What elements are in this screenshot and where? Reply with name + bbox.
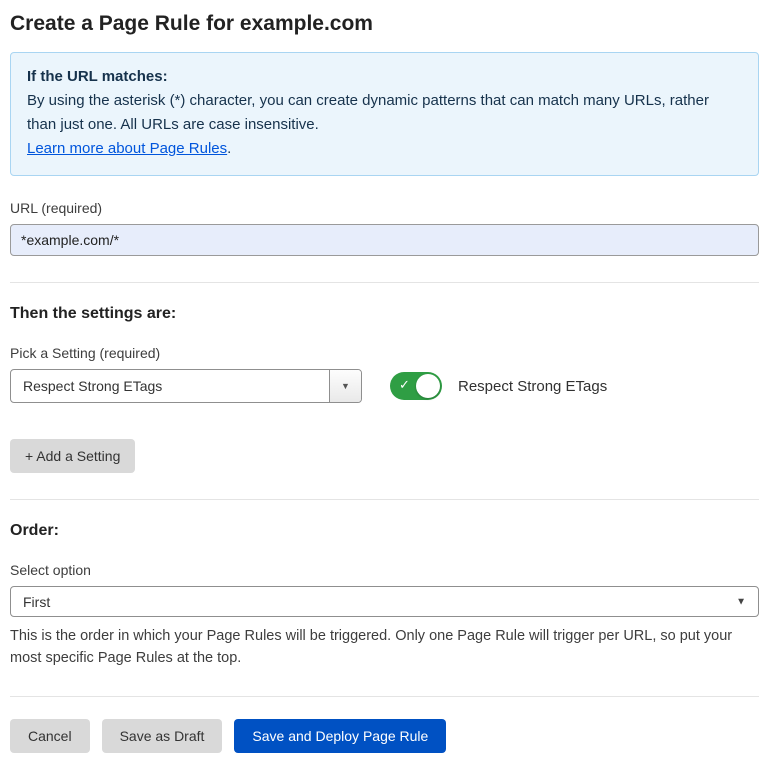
- setting-toggle-label: Respect Strong ETags: [458, 378, 607, 395]
- url-input[interactable]: [10, 224, 759, 256]
- link-suffix: .: [227, 140, 231, 157]
- setting-select[interactable]: Respect Strong ETags ▼: [10, 369, 362, 403]
- setting-row: Respect Strong ETags ▼ ✓ Respect Strong …: [10, 369, 759, 403]
- order-section-heading: Order:: [10, 522, 759, 540]
- order-select[interactable]: First ▼: [10, 586, 759, 617]
- page-rule-form: Create a Page Rule for example.com If th…: [0, 0, 769, 769]
- info-box-heading: If the URL matches:: [27, 68, 168, 85]
- setting-select-arrow-button[interactable]: ▼: [329, 370, 361, 402]
- cancel-button[interactable]: Cancel: [10, 719, 90, 753]
- chevron-down-icon: ▼: [736, 596, 746, 607]
- setting-select-value: Respect Strong ETags: [11, 370, 329, 402]
- dropdown-arrow-icon: ▼: [341, 381, 350, 391]
- toggle-knob: [416, 374, 440, 398]
- order-select-label: Select option: [10, 562, 759, 578]
- setting-toggle[interactable]: ✓: [390, 372, 442, 400]
- divider: [10, 696, 759, 697]
- check-icon: ✓: [399, 377, 410, 394]
- settings-section-heading: Then the settings are:: [10, 305, 759, 323]
- add-setting-button[interactable]: + Add a Setting: [10, 439, 135, 473]
- setting-toggle-group: ✓ Respect Strong ETags: [390, 372, 607, 400]
- pick-setting-label: Pick a Setting (required): [10, 345, 759, 361]
- order-select-value: First: [23, 594, 50, 610]
- divider: [10, 499, 759, 500]
- url-match-info-box: If the URL matches: By using the asteris…: [10, 52, 759, 176]
- divider: [10, 282, 759, 283]
- url-field-label: URL (required): [10, 200, 759, 216]
- info-box-body: By using the asterisk (*) character, you…: [27, 89, 742, 137]
- page-title: Create a Page Rule for example.com: [10, 12, 759, 36]
- form-actions: Cancel Save as Draft Save and Deploy Pag…: [10, 719, 759, 753]
- order-help-text: This is the order in which your Page Rul…: [10, 625, 759, 670]
- save-and-deploy-button[interactable]: Save and Deploy Page Rule: [234, 719, 446, 753]
- save-as-draft-button[interactable]: Save as Draft: [102, 719, 223, 753]
- learn-more-link[interactable]: Learn more about Page Rules: [27, 140, 227, 157]
